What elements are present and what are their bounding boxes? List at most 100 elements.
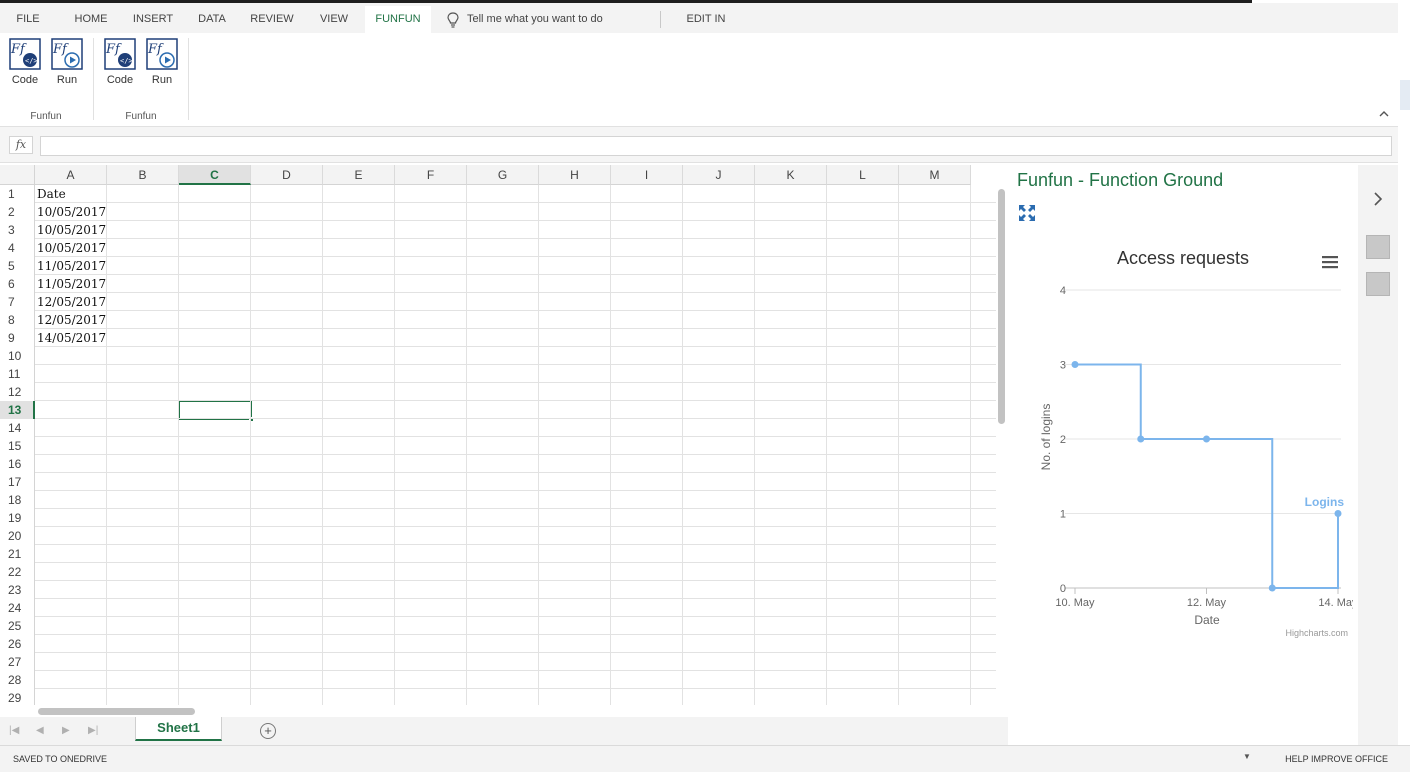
select-all-corner[interactable]	[0, 165, 35, 185]
tab-home[interactable]: HOME	[68, 6, 114, 33]
cell-a6[interactable]: 11/05/2017	[37, 275, 106, 293]
column-header-l[interactable]: L	[827, 165, 899, 185]
last-sheet-icon[interactable]: ▶|	[88, 725, 98, 736]
column-header-h[interactable]: H	[539, 165, 611, 185]
data-point[interactable]	[1071, 361, 1079, 368]
spreadsheet-grid[interactable]: A B C D E F G H I J K L M 1 2 3 4 5 6 7 8 9 10 11 12 13 14 15 16 17 18…	[0, 165, 996, 705]
funfun-run-button-2[interactable]: Ff Run	[142, 38, 182, 88]
tab-funfun[interactable]: FUNFUN	[365, 6, 431, 33]
tab-insert[interactable]: INSERT	[129, 6, 177, 33]
column-header-a[interactable]: A	[35, 165, 107, 185]
series-label-logins: Logins	[1305, 495, 1345, 509]
sheet-tab-sheet1[interactable]: Sheet1	[135, 717, 222, 741]
cell-a3[interactable]: 10/05/2017	[37, 221, 106, 239]
cell-a5[interactable]: 11/05/2017	[37, 257, 106, 275]
addin-icon[interactable]	[1366, 235, 1390, 259]
collapse-ribbon-icon[interactable]	[1378, 108, 1390, 120]
vertical-scrollbar[interactable]	[996, 165, 1008, 705]
cell-a7[interactable]: 12/05/2017	[37, 293, 106, 311]
row-header-23[interactable]: 23	[0, 581, 35, 599]
insert-function-button[interactable]: fx	[9, 136, 33, 154]
cell-a8[interactable]: 12/05/2017	[37, 311, 106, 329]
tab-review[interactable]: REVIEW	[246, 6, 298, 33]
horizontal-scrollbar[interactable]	[0, 705, 1008, 717]
row-header-12[interactable]: 12	[0, 383, 35, 401]
funfun-run-button-1[interactable]: Ff Run	[47, 38, 87, 88]
row-header-16[interactable]: 16	[0, 455, 35, 473]
formula-input[interactable]	[40, 136, 1392, 156]
vertical-scroll-thumb[interactable]	[998, 189, 1005, 424]
funfun-code-button-1[interactable]: Ff </> Code	[5, 38, 45, 88]
row-header-24[interactable]: 24	[0, 599, 35, 617]
row-header-25[interactable]: 25	[0, 617, 35, 635]
row-header-3[interactable]: 3	[0, 221, 35, 239]
row-header-5[interactable]: 5	[0, 257, 35, 275]
column-header-b[interactable]: B	[107, 165, 179, 185]
row-header-21[interactable]: 21	[0, 545, 35, 563]
column-header-m[interactable]: M	[899, 165, 971, 185]
row-header-13[interactable]: 13	[0, 401, 35, 419]
chevron-down-icon[interactable]: ▼	[1243, 752, 1251, 761]
window-right-edge	[1398, 0, 1410, 772]
group-divider	[93, 38, 94, 120]
row-header-28[interactable]: 28	[0, 671, 35, 689]
gridline	[35, 202, 996, 203]
edit-in-excel-button[interactable]: EDIT IN EXCEL	[668, 6, 744, 52]
row-header-11[interactable]: 11	[0, 365, 35, 383]
cell-a9[interactable]: 14/05/2017	[37, 329, 106, 347]
row-header-7[interactable]: 7	[0, 293, 35, 311]
column-header-i[interactable]: I	[611, 165, 683, 185]
next-sheet-icon[interactable]: ▶	[62, 725, 70, 736]
row-header-18[interactable]: 18	[0, 491, 35, 509]
row-header-17[interactable]: 17	[0, 473, 35, 491]
column-header-d[interactable]: D	[251, 165, 323, 185]
column-header-f[interactable]: F	[395, 165, 467, 185]
first-sheet-icon[interactable]: |◀	[9, 725, 19, 736]
row-header-14[interactable]: 14	[0, 419, 35, 437]
row-header-4[interactable]: 4	[0, 239, 35, 257]
row-header-22[interactable]: 22	[0, 563, 35, 581]
column-header-e[interactable]: E	[323, 165, 395, 185]
column-header-k[interactable]: K	[755, 165, 827, 185]
tab-file[interactable]: FILE	[8, 6, 48, 33]
svg-text:Ff: Ff	[105, 42, 122, 57]
cell-a2[interactable]: 10/05/2017	[37, 203, 106, 221]
row-header-9[interactable]: 9	[0, 329, 35, 347]
row-header-29[interactable]: 29	[0, 689, 35, 705]
row-header-19[interactable]: 19	[0, 509, 35, 527]
y-tick-label: 2	[1060, 434, 1066, 446]
chevron-right-icon[interactable]	[1372, 191, 1384, 207]
row-header-20[interactable]: 20	[0, 527, 35, 545]
add-sheet-button[interactable]: +	[260, 723, 276, 739]
tab-view[interactable]: VIEW	[312, 6, 356, 33]
cell-a1[interactable]: Date	[37, 185, 66, 203]
funfun-code-button-2[interactable]: Ff </> Code	[100, 38, 140, 88]
cell-a4[interactable]: 10/05/2017	[37, 239, 106, 257]
row-header-2[interactable]: 2	[0, 203, 35, 221]
row-header-1[interactable]: 1	[0, 185, 35, 203]
row-header-6[interactable]: 6	[0, 275, 35, 293]
data-point[interactable]	[1334, 510, 1342, 517]
row-header-8[interactable]: 8	[0, 311, 35, 329]
excel-online-window: FILE HOME INSERT DATA REVIEW VIEW FUNFUN…	[0, 0, 1410, 772]
column-header-j[interactable]: J	[683, 165, 755, 185]
column-header-c[interactable]: C	[179, 165, 251, 185]
gridline	[35, 310, 996, 311]
expand-icon[interactable]	[1018, 204, 1036, 222]
column-header-g[interactable]: G	[467, 165, 539, 185]
help-improve-office-link[interactable]: HELP IMPROVE OFFICE	[1285, 754, 1388, 764]
row-header-26[interactable]: 26	[0, 635, 35, 653]
data-point[interactable]	[1268, 584, 1276, 592]
tab-data[interactable]: DATA	[192, 6, 232, 33]
addin-icon[interactable]	[1366, 272, 1390, 296]
data-point[interactable]	[1137, 435, 1145, 443]
data-point[interactable]	[1203, 435, 1210, 443]
funfun-run-icon: Ff	[146, 38, 178, 70]
row-header-27[interactable]: 27	[0, 653, 35, 671]
row-header-15[interactable]: 15	[0, 437, 35, 455]
row-header-10[interactable]: 10	[0, 347, 35, 365]
horizontal-scroll-thumb[interactable]	[38, 708, 195, 715]
chart-menu-icon[interactable]	[1322, 256, 1338, 269]
active-cell-c13[interactable]	[178, 400, 252, 420]
prev-sheet-icon[interactable]: ◀	[36, 725, 44, 736]
